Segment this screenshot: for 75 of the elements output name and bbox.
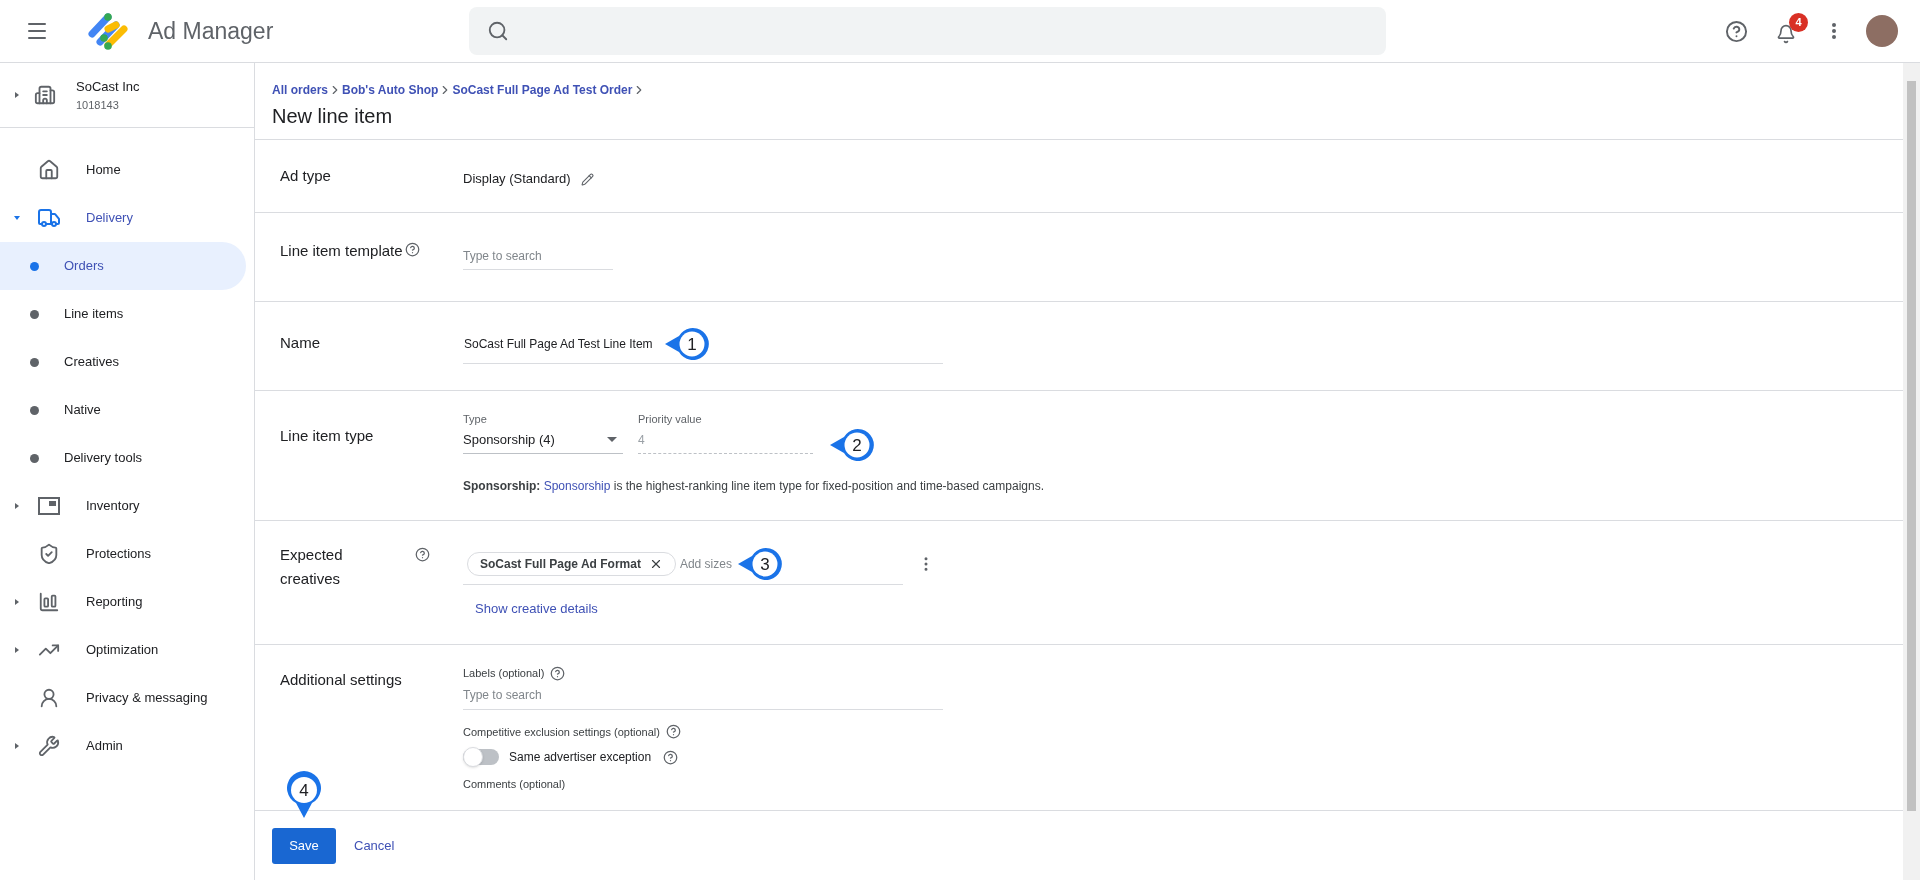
- notification-badge: 4: [1789, 13, 1808, 32]
- network-id: 1018143: [76, 97, 120, 113]
- bullet-icon: [30, 453, 39, 463]
- scrollbar[interactable]: [1903, 63, 1920, 880]
- building-icon: [34, 84, 56, 106]
- show-details-link[interactable]: Show creative details: [475, 599, 598, 619]
- labels-search-field[interactable]: Type to search: [463, 681, 943, 710]
- avatar[interactable]: [1866, 15, 1898, 47]
- edit-icon[interactable]: [580, 172, 594, 186]
- field-label: Line item type: [280, 426, 375, 446]
- sidebar-item[interactable]: Delivery tools: [0, 434, 246, 482]
- name-field[interactable]: SoCast Full Page Ad Test Line Item 1: [463, 324, 943, 364]
- save-button[interactable]: Save: [272, 827, 336, 864]
- notifications-button[interactable]: 4: [1772, 13, 1808, 49]
- bar-chart-icon: [38, 591, 60, 613]
- sidebar-item[interactable]: Line items: [0, 290, 246, 338]
- user-icon: [38, 687, 60, 709]
- field-label: Priority value: [638, 412, 703, 427]
- page-title: New line item: [272, 104, 393, 129]
- type-dropdown[interactable]: Sponsorship (4): [463, 427, 623, 454]
- sidebar-item[interactable]: Admin: [0, 722, 246, 770]
- help-icon[interactable]: [663, 749, 679, 765]
- network-name: SoCast Inc: [76, 78, 140, 96]
- sidebar-item[interactable]: Inventory: [0, 482, 246, 530]
- template-search-field[interactable]: Type to search: [463, 242, 613, 270]
- help-icon[interactable]: [665, 724, 681, 740]
- bullet-icon: [30, 261, 39, 271]
- window-icon: [38, 497, 60, 515]
- bell-icon: [1776, 24, 1796, 44]
- search-field[interactable]: [469, 7, 1387, 55]
- shield-icon: [38, 543, 60, 565]
- toggle-switch[interactable]: [463, 749, 499, 765]
- callout-marker: 4: [284, 770, 324, 820]
- field-label: Comments (optional): [463, 777, 567, 792]
- more-icon: [1832, 23, 1836, 39]
- wrench-icon: [38, 735, 60, 757]
- dropdown-arrow-icon: [607, 437, 617, 443]
- field-label: Line item template: [280, 241, 403, 261]
- sizes-field[interactable]: SoCast Full Page Ad Format Add sizes 3: [463, 543, 903, 585]
- sponsorship-link[interactable]: Sponsorship: [543, 479, 611, 493]
- help-icon[interactable]: [415, 547, 430, 562]
- field-label: Labels (optional): [463, 666, 545, 681]
- sidebar-item[interactable]: Orders: [0, 242, 246, 290]
- ad-type-value: Display (Standard): [463, 170, 571, 189]
- toggle-label: Same advertiser exception: [509, 749, 652, 766]
- sidebar-item[interactable]: Home: [0, 146, 246, 194]
- breadcrumb-link[interactable]: Bob's Auto Shop: [342, 81, 439, 99]
- priority-field: 4: [638, 427, 813, 454]
- type-description: Sponsorship: Sponsorship is the highest-ranking line item type for fixed-position and time-based campaigns.: [463, 478, 1044, 495]
- cancel-button[interactable]: Cancel: [354, 835, 395, 856]
- breadcrumb-link[interactable]: SoCast Full Page Ad Test Order: [452, 81, 633, 99]
- sidebar-item[interactable]: Protections: [0, 530, 246, 578]
- sidebar-item[interactable]: Reporting: [0, 578, 246, 626]
- truck-icon: [37, 206, 61, 230]
- bullet-icon: [30, 309, 39, 319]
- help-icon[interactable]: [550, 665, 566, 681]
- breadcrumb-link[interactable]: All orders: [272, 81, 328, 99]
- bullet-icon: [30, 405, 39, 415]
- field-label: Ad type: [280, 165, 332, 186]
- search-icon: [487, 20, 510, 42]
- logo-icon: [86, 11, 130, 51]
- sidebar-item[interactable]: Delivery: [0, 194, 246, 242]
- sidebar-item[interactable]: Optimization: [0, 626, 246, 674]
- field-label: Additional settings: [280, 670, 403, 690]
- field-label: Name: [280, 333, 321, 353]
- field-label: Competitive exclusion settings (optional): [463, 724, 660, 740]
- sidebar-item[interactable]: Creatives: [0, 338, 246, 386]
- bullet-icon: [30, 357, 39, 367]
- app-title: Ad Manager: [148, 16, 274, 46]
- field-label: Expected creatives: [280, 545, 344, 589]
- sidebar-item[interactable]: Native: [0, 386, 246, 434]
- help-icon[interactable]: [404, 242, 420, 257]
- field-label: Type: [463, 412, 488, 427]
- sidebar-item[interactable]: Privacy & messaging: [0, 674, 246, 722]
- home-icon: [38, 159, 60, 181]
